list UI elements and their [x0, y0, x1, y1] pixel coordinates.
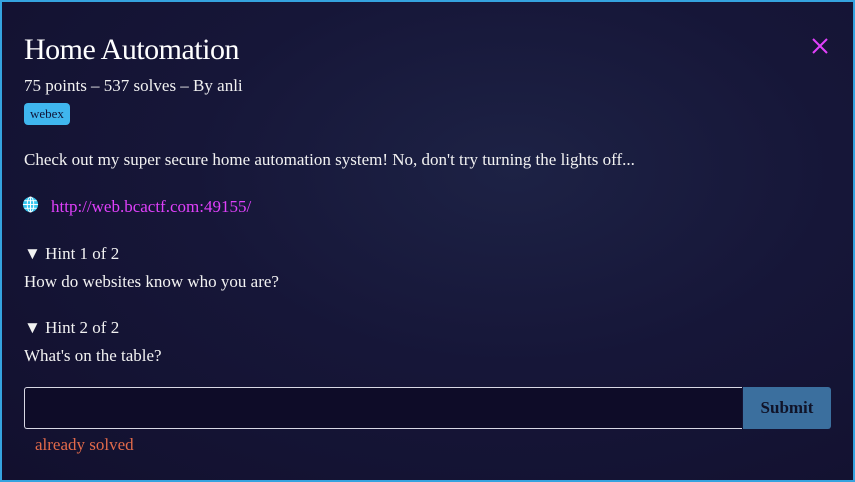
hint-1-text: How do websites know who you are?	[24, 272, 279, 291]
link-row: http://web.bcactf.com:49155/	[22, 196, 251, 218]
challenge-link[interactable]: http://web.bcactf.com:49155/	[51, 197, 251, 217]
challenge-title: Home Automation	[24, 33, 239, 66]
close-icon[interactable]	[809, 35, 831, 57]
challenge-meta: 75 points – 537 solves – By anli	[24, 76, 243, 95]
challenge-modal: Home Automation 75 points – 537 solves –…	[0, 0, 855, 482]
hint-2-text: What's on the table?	[24, 346, 162, 365]
solve-status: already solved	[35, 435, 134, 454]
challenge-description: Check out my super secure home automatio…	[24, 150, 635, 169]
category-tag: webex	[24, 103, 70, 125]
submit-button[interactable]: Submit	[743, 387, 831, 429]
hint-2-toggle[interactable]: ▼ Hint 2 of 2	[24, 318, 119, 338]
globe-icon	[22, 196, 39, 218]
hint-1-toggle[interactable]: ▼ Hint 1 of 2	[24, 244, 119, 264]
flag-input[interactable]	[24, 387, 742, 429]
